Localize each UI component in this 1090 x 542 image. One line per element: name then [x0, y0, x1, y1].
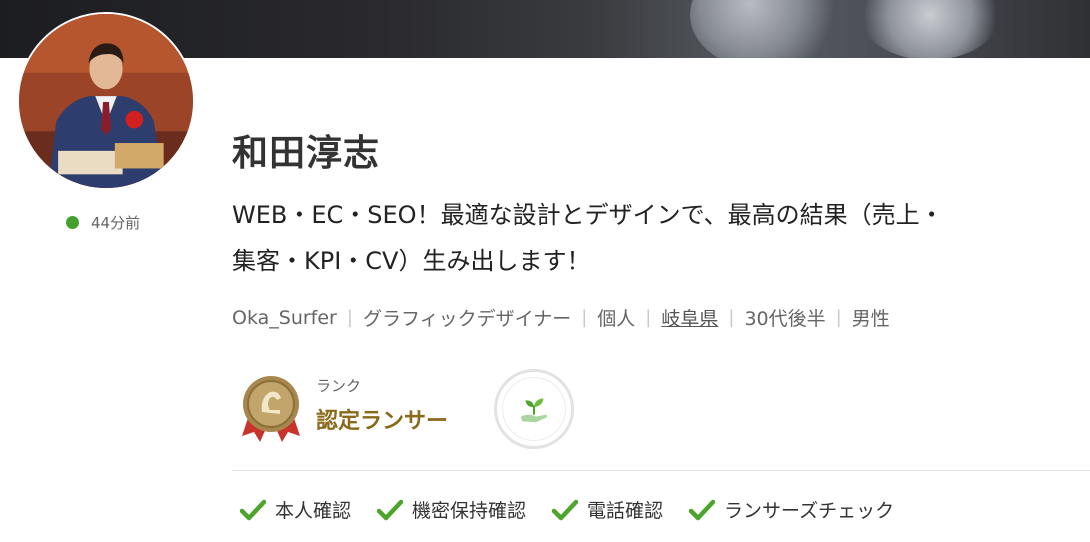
check-icon	[552, 499, 579, 520]
separator: |	[728, 307, 735, 328]
check-icon	[689, 499, 716, 520]
verification-lancers-check: ランサーズチェック	[689, 496, 894, 523]
separator: |	[645, 307, 652, 328]
separator: |	[581, 307, 588, 328]
online-status: 44分前	[66, 212, 140, 233]
sprout-hand-icon	[520, 398, 548, 423]
verification-phone: 電話確認	[552, 496, 663, 523]
location-link[interactable]: 岐阜県	[661, 304, 718, 331]
gender: 男性	[851, 308, 890, 330]
verification-list: 本人確認 機密保持確認 電話確認 ランサーズチェック	[240, 496, 920, 523]
verification-nda: 機密保持確認	[377, 496, 526, 523]
occupation: グラフィックデザイナー	[362, 308, 572, 330]
check-icon	[377, 499, 404, 520]
profile-header: 44分前 和田淳志 WEB・EC・SEO！最適な設計とデザインで、最高の結果（売…	[0, 0, 1090, 542]
certified-rank-medal-icon	[240, 374, 302, 444]
rank-name[interactable]: 認定ランサー	[316, 403, 448, 435]
verification-label: 電話確認	[587, 500, 664, 522]
check-icon	[240, 499, 266, 520]
rank-label: ランク	[316, 377, 362, 395]
profile-name: 和田淳志	[232, 133, 381, 174]
verification-label: ランサーズチェック	[724, 500, 895, 522]
catchphrase: WEB・EC・SEO！最適な設計とデザインで、最高の結果（売上・ 集客・KPI・…	[232, 192, 1090, 284]
divider	[232, 470, 1090, 471]
verification-label: 本人確認	[275, 500, 352, 522]
avatar[interactable]	[17, 12, 195, 190]
separator: |	[835, 307, 842, 328]
online-dot	[66, 216, 79, 229]
last-active: 44分前	[91, 214, 141, 232]
catchphrase-line-1: WEB・EC・SEO！最適な設計とデザインで、最高の結果（売上・	[232, 201, 944, 229]
separator: |	[346, 307, 353, 328]
username: Oka_Surfer	[232, 306, 337, 329]
verification-label: 機密保持確認	[412, 500, 527, 522]
verification-identity: 本人確認	[240, 496, 351, 523]
sprout-badge[interactable]	[494, 369, 574, 449]
account-type: 個人	[597, 308, 636, 330]
age-range: 30代後半	[744, 308, 826, 330]
catchphrase-line-2: 集客・KPI・CV）生み出します！	[232, 247, 591, 275]
profile-meta: Oka_Surfer | グラフィックデザイナー | 個人 | 岐阜県 | 30…	[232, 304, 890, 331]
